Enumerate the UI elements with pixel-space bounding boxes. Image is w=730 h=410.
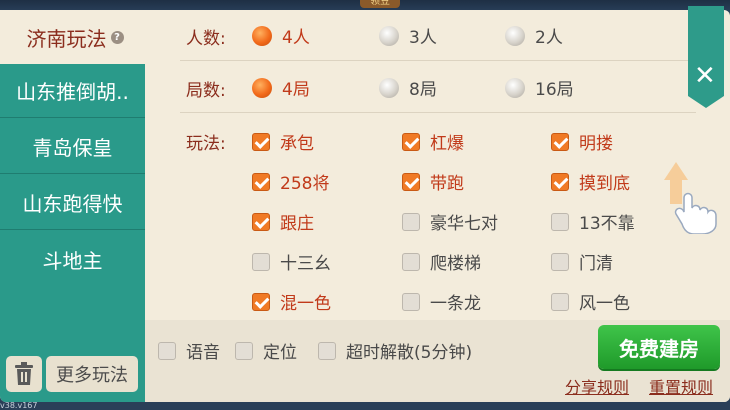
rule-checkbox[interactable]: 摸到底 — [551, 169, 630, 194]
tap-hint-icon — [664, 162, 717, 234]
option-label: 3人 — [409, 28, 437, 48]
voice-checkbox[interactable]: 语音 — [158, 338, 220, 363]
option-label: 16局 — [535, 80, 574, 100]
checkbox-checked-icon — [402, 132, 420, 151]
option-label: 定位 — [263, 343, 297, 363]
radio-unselected-icon — [379, 77, 399, 98]
divider — [180, 60, 696, 61]
rule-checkbox[interactable]: 混一色 — [252, 289, 331, 314]
tab-shandong-paodekuai[interactable]: 山东跑得快 — [0, 176, 145, 230]
rule-checkbox[interactable]: 258将 — [252, 169, 329, 194]
option-label: 13不靠 — [579, 214, 635, 234]
option-label: 2人 — [535, 28, 563, 48]
rule-checkbox[interactable]: 跟庄 — [252, 209, 314, 234]
tab-label: 山东推倒胡.. — [16, 80, 129, 104]
rule-checkbox[interactable]: 13不靠 — [551, 209, 635, 234]
checkbox-unchecked-icon — [551, 212, 569, 231]
rule-checkbox[interactable]: 风一色 — [551, 289, 630, 314]
rounds-option-8[interactable]: 8局 — [379, 75, 437, 100]
option-label: 一条龙 — [430, 294, 481, 314]
rounds-option-16[interactable]: 16局 — [505, 75, 574, 100]
rules-label: 玩法: — [186, 134, 226, 154]
option-label: 风一色 — [579, 294, 630, 314]
option-label: 语音 — [186, 343, 220, 363]
option-label: 爬楼梯 — [430, 254, 481, 274]
option-label: 豪华七对 — [430, 214, 498, 234]
rule-checkbox[interactable]: 一条龙 — [402, 289, 481, 314]
checkbox-checked-icon — [551, 172, 569, 191]
checkbox-unchecked-icon — [551, 252, 569, 271]
rule-checkbox[interactable]: 十三幺 — [252, 249, 331, 274]
tab-doudizhu[interactable]: 斗地主 — [0, 232, 145, 286]
option-label: 十三幺 — [280, 254, 331, 274]
tab-jinan[interactable]: 济南玩法 ? — [0, 10, 150, 64]
rule-checkbox[interactable]: 豪华七对 — [402, 209, 498, 234]
checkbox-unchecked-icon — [318, 341, 336, 360]
tab-qingdao-baohuang[interactable]: 青岛保皇 — [0, 120, 145, 174]
divider — [180, 112, 696, 113]
share-rules-link[interactable]: 分享规则 — [565, 374, 629, 398]
trash-button[interactable] — [6, 356, 42, 392]
tab-label: 斗地主 — [42, 248, 103, 273]
trash-icon — [15, 362, 33, 385]
create-room-button[interactable]: 免费建房 — [598, 325, 720, 369]
option-label: 跟庄 — [280, 214, 314, 234]
version-label: v38.v167 — [0, 401, 38, 410]
players-option-3[interactable]: 3人 — [379, 23, 437, 48]
tab-label: 青岛保皇 — [32, 136, 113, 160]
option-label: 带跑 — [430, 174, 464, 194]
radio-selected-icon — [252, 77, 272, 98]
checkbox-unchecked-icon — [158, 341, 176, 360]
help-icon[interactable]: ? — [110, 30, 124, 44]
players-option-4[interactable]: 4人 — [252, 23, 310, 48]
tab-shandong-tuidaohu[interactable]: 山东推倒胡.. — [0, 64, 145, 118]
close-icon[interactable]: ✕ — [694, 63, 716, 89]
more-games-button[interactable]: 更多玩法 — [46, 356, 138, 392]
reset-rules-link[interactable]: 重置规则 — [649, 374, 713, 398]
checkbox-unchecked-icon — [235, 341, 253, 360]
rule-checkbox[interactable]: 爬楼梯 — [402, 249, 481, 274]
checkbox-unchecked-icon — [402, 212, 420, 231]
checkbox-checked-icon — [551, 132, 569, 151]
radio-selected-icon — [252, 25, 272, 46]
option-label: 门清 — [579, 254, 613, 274]
option-label: 4局 — [282, 80, 310, 100]
checkbox-checked-icon — [252, 132, 270, 151]
radio-unselected-icon — [505, 25, 525, 46]
option-label: 明搂 — [579, 134, 613, 154]
rule-checkbox[interactable]: 带跑 — [402, 169, 464, 194]
location-checkbox[interactable]: 定位 — [235, 338, 297, 363]
top-badge: 领豆 — [360, 0, 400, 8]
radio-unselected-icon — [505, 77, 525, 98]
checkbox-checked-icon — [252, 292, 270, 311]
rule-checkbox[interactable]: 明搂 — [551, 129, 613, 154]
rule-checkbox[interactable]: 门清 — [551, 249, 613, 274]
checkbox-checked-icon — [252, 212, 270, 231]
tab-label: 山东跑得快 — [22, 192, 123, 216]
option-label: 超时解散(5分钟) — [346, 343, 473, 363]
players-option-2[interactable]: 2人 — [505, 23, 563, 48]
tab-label: 济南玩法 — [26, 26, 107, 51]
option-label: 杠爆 — [430, 134, 464, 154]
checkbox-checked-icon — [402, 172, 420, 191]
checkbox-unchecked-icon — [402, 252, 420, 271]
checkbox-unchecked-icon — [402, 292, 420, 311]
rounds-option-4[interactable]: 4局 — [252, 75, 310, 100]
option-label: 混一色 — [280, 294, 331, 314]
checkbox-unchecked-icon — [252, 252, 270, 271]
rule-checkbox[interactable]: 承包 — [252, 129, 314, 154]
rule-checkbox[interactable]: 杠爆 — [402, 129, 464, 154]
timeout-checkbox[interactable]: 超时解散(5分钟) — [318, 338, 472, 363]
checkbox-checked-icon — [252, 172, 270, 191]
option-label: 摸到底 — [579, 174, 630, 194]
option-label: 4人 — [282, 28, 310, 48]
close-tab[interactable]: ✕ — [688, 6, 724, 108]
option-label: 8局 — [409, 80, 437, 100]
option-label: 承包 — [280, 134, 314, 154]
players-label: 人数: — [186, 29, 226, 49]
radio-unselected-icon — [379, 25, 399, 46]
option-label: 258将 — [280, 174, 330, 194]
checkbox-unchecked-icon — [551, 292, 569, 311]
rounds-label: 局数: — [186, 81, 226, 101]
